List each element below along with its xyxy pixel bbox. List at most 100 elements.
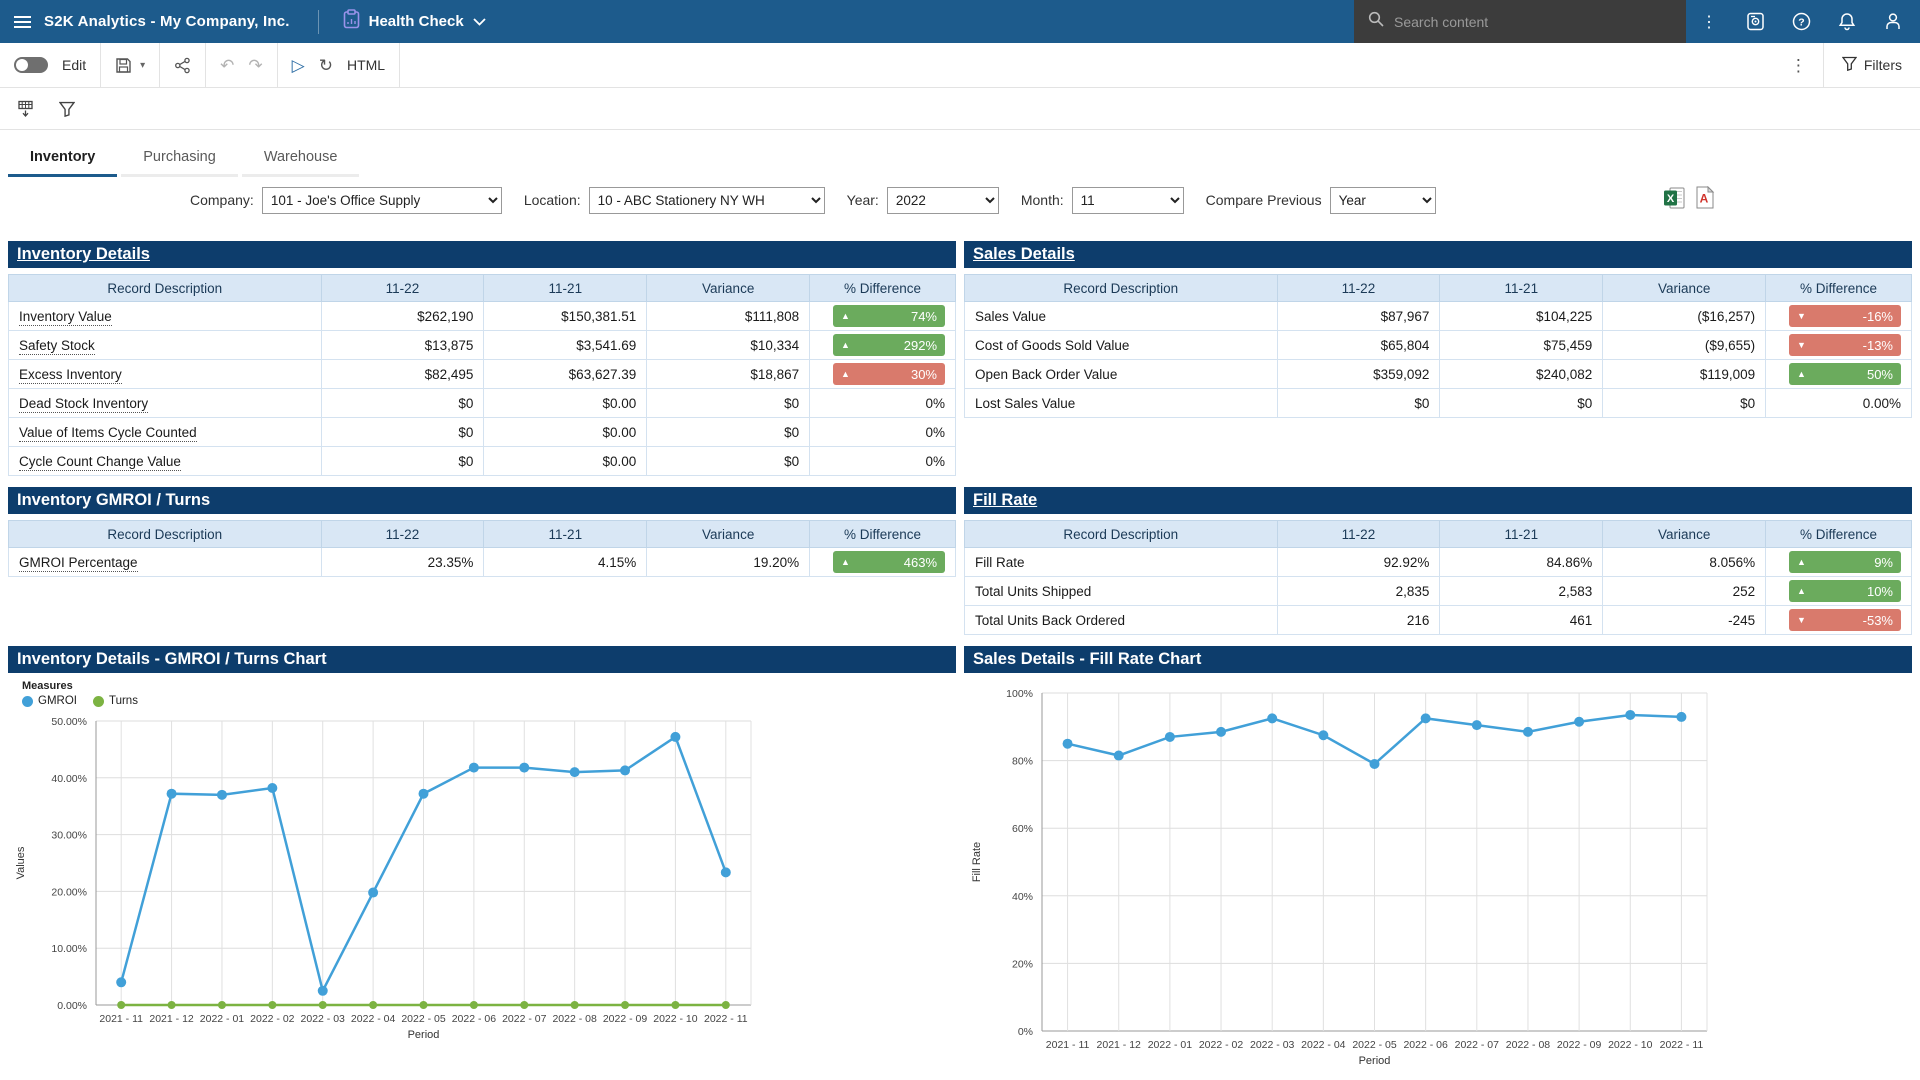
svg-text:X: X (1667, 193, 1675, 205)
refresh-icon[interactable]: ↻ (319, 57, 333, 74)
page-filter-icon[interactable] (50, 92, 84, 126)
chart-legend: Measures GMROI Turns (22, 680, 956, 707)
month-select[interactable]: 11 (1072, 187, 1184, 214)
table-row: Inventory Value$262,190$150,381.51$111,8… (9, 302, 956, 331)
notifications-icon[interactable] (1824, 0, 1870, 43)
tab-purchasing[interactable]: Purchasing (121, 149, 238, 177)
record-label[interactable]: Cycle Count Change Value (19, 454, 181, 471)
toolbar-more-icon[interactable]: ⋮ (1774, 57, 1823, 74)
save-icon[interactable] (115, 57, 132, 74)
value-cell: -245 (1603, 606, 1766, 635)
value-cell: 8.056% (1603, 548, 1766, 577)
year-select[interactable]: 2022 (887, 187, 999, 214)
sales-details-title: Sales Details (964, 241, 1912, 268)
record-label[interactable]: Excess Inventory (19, 367, 122, 384)
svg-text:2022 - 08: 2022 - 08 (552, 1013, 597, 1025)
edit-label: Edit (62, 57, 86, 73)
column-header: 11-22 (321, 521, 484, 548)
diff-cell: ▲9% (1766, 548, 1912, 577)
diff-badge: ▼-53% (1789, 609, 1901, 631)
record-label[interactable]: Value of Items Cycle Counted (19, 425, 197, 442)
menu-icon[interactable] (0, 0, 44, 43)
record-label[interactable]: GMROI Percentage (19, 555, 138, 572)
up-arrow-icon: ▲ (1797, 586, 1806, 596)
record-label[interactable]: Dead Stock Inventory (19, 396, 148, 413)
help-icon[interactable]: ? (1778, 0, 1824, 43)
record-label[interactable]: Inventory Value (19, 309, 112, 326)
save-options-chevron-icon[interactable]: ▾ (140, 60, 145, 71)
value-cell: $0 (321, 418, 484, 447)
export-table-icon[interactable] (8, 92, 42, 126)
svg-text:2021 - 11: 2021 - 11 (1046, 1039, 1090, 1051)
html-button[interactable]: HTML (347, 57, 385, 73)
record-label: Open Back Order Value (975, 367, 1117, 382)
tab-inventory[interactable]: Inventory (8, 149, 117, 177)
top-bar: S2K Analytics - My Company, Inc. Health … (0, 0, 1920, 43)
search-box[interactable] (1354, 0, 1686, 43)
tab-warehouse[interactable]: Warehouse (242, 149, 360, 177)
more-options-icon[interactable]: ⋮ (1686, 0, 1732, 43)
diff-cell: ▲50% (1766, 360, 1912, 389)
diff-cell: ▲74% (810, 302, 956, 331)
diff-cell: ▲30% (810, 360, 956, 389)
down-arrow-icon: ▼ (1797, 311, 1806, 321)
svg-text:2022 - 04: 2022 - 04 (1301, 1039, 1346, 1051)
svg-text:Period: Period (408, 1029, 440, 1041)
run-icon[interactable]: ▷ (292, 57, 305, 74)
console-icon[interactable] (1732, 0, 1778, 43)
diff-badge: ▼-16% (1789, 305, 1901, 327)
topbar-icons: ⋮ ? (1686, 0, 1916, 43)
svg-text:2022 - 02: 2022 - 02 (250, 1013, 295, 1025)
diff-cell: 0% (810, 389, 956, 418)
record-label[interactable]: Safety Stock (19, 338, 95, 355)
report-switcher[interactable]: Health Check (343, 9, 486, 34)
location-label: Location: (524, 192, 581, 208)
svg-text:2021 - 12: 2021 - 12 (1097, 1039, 1142, 1051)
table-row: Safety Stock$13,875$3,541.69$10,334▲292% (9, 331, 956, 360)
gmroi-turns-section: Inventory GMROI / Turns Record Descripti… (8, 487, 956, 635)
svg-text:2022 - 07: 2022 - 07 (502, 1013, 547, 1025)
diff-cell: 0% (810, 418, 956, 447)
legend-item-gmroi[interactable]: GMROI (22, 695, 77, 707)
svg-text:40%: 40% (1012, 891, 1033, 903)
gmroi-turns-line-chart[interactable]: 0.00%10.00%20.00%30.00%40.00%50.00%2021 … (8, 707, 956, 1059)
user-icon[interactable] (1870, 0, 1916, 43)
inventory-details-title: Inventory Details (8, 241, 956, 268)
pdf-export-icon[interactable]: A (1695, 186, 1715, 214)
company-select[interactable]: 101 - Joe's Office Supply (262, 187, 502, 214)
value-cell: $18,867 (647, 360, 810, 389)
toolbar: Edit ▾ ↶ ↷ ▷ ↻ HTML ⋮ Filters (0, 43, 1920, 88)
fill-rate-line-chart[interactable]: 0%20%40%60%80%100%2021 - 112021 - 122022… (964, 681, 1912, 1080)
edit-toggle[interactable] (14, 57, 48, 73)
svg-text:60%: 60% (1012, 823, 1033, 835)
fill-rate-chart-title: Sales Details - Fill Rate Chart (964, 646, 1912, 673)
diff-cell: 0.00% (1766, 389, 1912, 418)
value-cell: $104,225 (1440, 302, 1603, 331)
value-cell: $82,495 (321, 360, 484, 389)
value-cell: 2,583 (1440, 577, 1603, 606)
gmroi-dot-icon (22, 696, 33, 707)
column-header: Record Description (9, 275, 322, 302)
excel-export-icon[interactable]: X (1663, 187, 1685, 214)
filters-button[interactable]: Filters (1824, 56, 1920, 74)
search-input[interactable] (1394, 14, 1672, 30)
column-header: 11-21 (484, 521, 647, 548)
svg-text:2022 - 07: 2022 - 07 (1455, 1039, 1500, 1051)
record-description-cell: GMROI Percentage (9, 548, 322, 577)
svg-text:2022 - 11: 2022 - 11 (704, 1013, 748, 1025)
column-header: % Difference (810, 275, 956, 302)
month-label: Month: (1021, 192, 1064, 208)
share-icon[interactable] (174, 57, 191, 74)
down-arrow-icon: ▼ (1797, 340, 1806, 350)
location-select[interactable]: 10 - ABC Stationery NY WH (589, 187, 825, 214)
undo-icon[interactable]: ↶ (220, 57, 234, 74)
legend-item-turns[interactable]: Turns (93, 695, 138, 707)
chevron-down-icon (473, 13, 486, 31)
compare-previous-select[interactable]: Year (1330, 187, 1436, 214)
divider (318, 10, 319, 34)
value-cell: $0.00 (484, 389, 647, 418)
fill-rate-section: Fill Rate Record Description11-2211-21Va… (964, 487, 1912, 635)
redo-icon[interactable]: ↷ (248, 57, 262, 74)
diff-badge: ▲9% (1789, 551, 1901, 573)
record-description-cell: Value of Items Cycle Counted (9, 418, 322, 447)
